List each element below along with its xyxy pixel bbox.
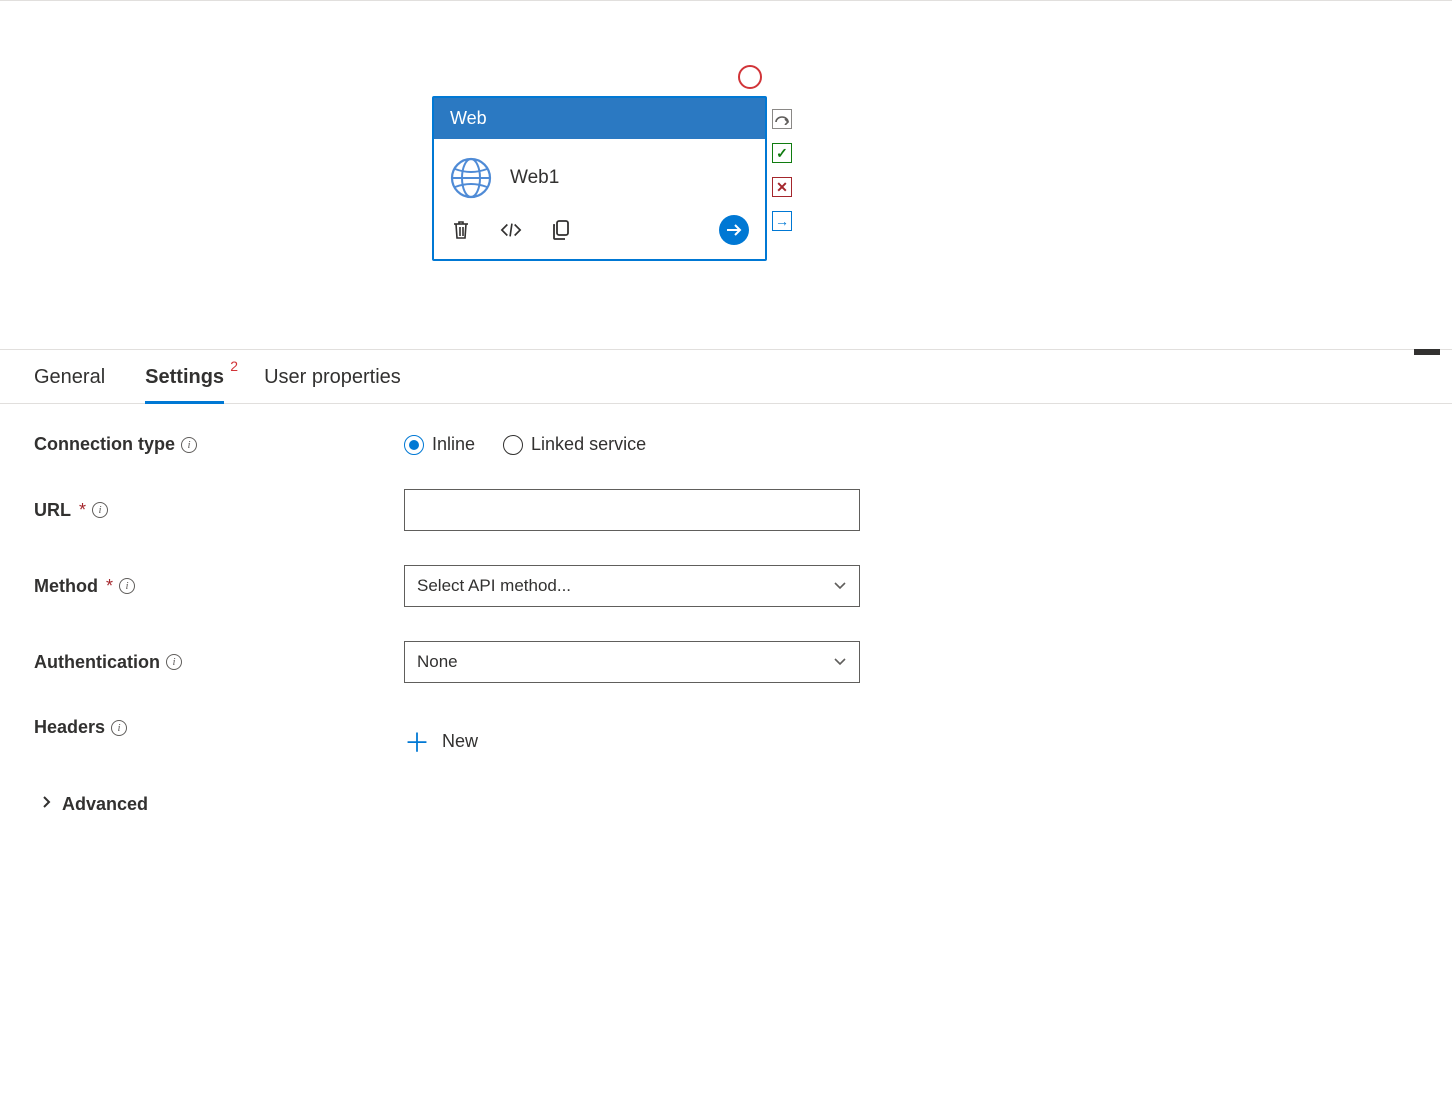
url-input[interactable] xyxy=(404,489,860,531)
dependency-skip-icon[interactable]: → xyxy=(772,211,792,231)
settings-form: Connection type i Inline Linked service … xyxy=(0,404,1452,845)
method-select-value: Select API method... xyxy=(417,576,571,596)
chevron-down-icon xyxy=(833,652,847,672)
authentication-select-value: None xyxy=(417,652,458,672)
pipeline-canvas[interactable]: Web Web1 xyxy=(0,0,1452,350)
tab-general[interactable]: General xyxy=(34,366,105,403)
dependency-failure-icon[interactable]: ✕ xyxy=(772,177,792,197)
info-icon[interactable]: i xyxy=(181,437,197,453)
new-header-button[interactable]: ＋ New xyxy=(404,723,860,760)
tab-settings-badge: 2 xyxy=(230,358,238,374)
dependency-completion-icon[interactable] xyxy=(772,109,792,129)
run-icon[interactable] xyxy=(719,215,749,245)
info-icon[interactable]: i xyxy=(119,578,135,594)
radio-inline[interactable]: Inline xyxy=(404,434,475,455)
dependency-success-icon[interactable]: ✓ xyxy=(772,143,792,163)
tab-user-properties[interactable]: User properties xyxy=(264,366,401,403)
connection-type-label: Connection type i xyxy=(34,434,404,455)
radio-inline-label: Inline xyxy=(432,434,475,455)
radio-linked-label: Linked service xyxy=(531,434,646,455)
chevron-right-icon xyxy=(42,795,52,814)
advanced-label: Advanced xyxy=(62,794,148,815)
new-button-label: New xyxy=(442,731,478,752)
tab-settings[interactable]: Settings 2 xyxy=(145,366,224,404)
info-icon[interactable]: i xyxy=(166,654,182,670)
activity-name[interactable]: Web1 xyxy=(510,167,559,189)
method-select[interactable]: Select API method... xyxy=(404,565,860,607)
method-label: Method* i xyxy=(34,576,404,597)
authentication-label: Authentication i xyxy=(34,652,404,673)
chevron-down-icon xyxy=(833,576,847,596)
activity-type-label: Web xyxy=(434,98,765,139)
authentication-select[interactable]: None xyxy=(404,641,860,683)
info-icon[interactable]: i xyxy=(92,502,108,518)
globe-icon xyxy=(450,157,492,199)
connection-type-radio-group: Inline Linked service xyxy=(404,434,860,455)
plus-icon: ＋ xyxy=(404,723,430,760)
properties-pane: General Settings 2 User properties Conne… xyxy=(0,350,1452,845)
advanced-toggle[interactable]: Advanced xyxy=(42,794,1418,815)
tab-bar: General Settings 2 User properties xyxy=(0,350,1452,404)
dependency-handles: ✓ ✕ → xyxy=(772,109,792,231)
tab-settings-label: Settings xyxy=(145,366,224,388)
url-label: URL* i xyxy=(34,500,404,521)
headers-label: Headers i xyxy=(34,717,404,738)
code-icon[interactable] xyxy=(500,219,522,241)
copy-icon[interactable] xyxy=(550,219,572,241)
web-activity-card[interactable]: Web Web1 xyxy=(432,96,767,261)
radio-linked-service[interactable]: Linked service xyxy=(503,434,646,455)
delete-icon[interactable] xyxy=(450,219,472,241)
breakpoint-marker[interactable] xyxy=(738,65,762,89)
info-icon[interactable]: i xyxy=(111,720,127,736)
